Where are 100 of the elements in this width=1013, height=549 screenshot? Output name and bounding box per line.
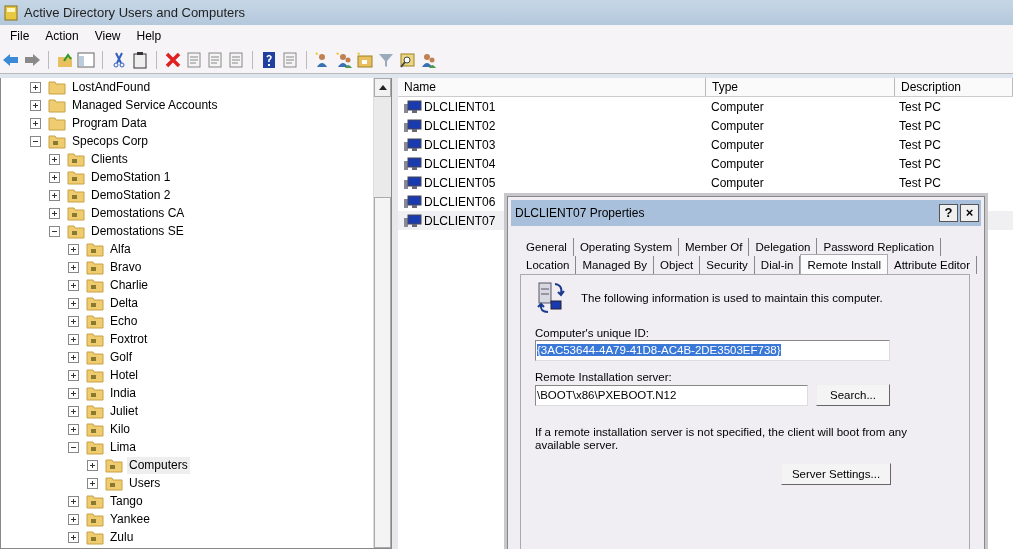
menu-item[interactable]: Action	[37, 29, 87, 43]
table-cell[interactable]: DLCLIENT03	[424, 137, 496, 152]
table-cell[interactable]: DLCLIENT07	[424, 213, 496, 228]
scrollbar[interactable]	[373, 78, 391, 548]
ou-folder-icon	[86, 367, 104, 383]
add-to-group-icon[interactable]	[419, 51, 437, 69]
expand-toggle[interactable]	[68, 495, 79, 507]
expand-toggle[interactable]	[30, 135, 41, 147]
cut-icon[interactable]	[110, 51, 128, 69]
tree-item[interactable]: Program Data	[70, 114, 149, 132]
tab[interactable]: Remote Install	[800, 254, 888, 274]
clipboard-icon[interactable]	[131, 51, 149, 69]
tree-item[interactable]: Clients	[89, 150, 130, 168]
app-icon	[4, 4, 18, 21]
expand-toggle[interactable]	[68, 531, 79, 543]
tree-item[interactable]: Kilo	[108, 420, 132, 438]
forward-arrow-icon[interactable]	[23, 51, 41, 69]
tree-item[interactable]: Alfa	[108, 240, 133, 258]
tree-item[interactable]: LostAndFound	[70, 78, 153, 96]
expand-toggle[interactable]	[68, 243, 79, 255]
expand-toggle[interactable]	[68, 315, 79, 327]
field-label: Remote Installation server:	[535, 371, 672, 383]
ou-folder-icon	[86, 241, 104, 257]
tree-item[interactable]: Echo	[108, 312, 140, 330]
expand-toggle[interactable]	[49, 207, 60, 219]
table-cell[interactable]: DLCLIENT01	[424, 99, 496, 114]
help-button[interactable]: ?	[939, 204, 958, 222]
table-cell[interactable]: DLCLIENT02	[424, 118, 496, 133]
expand-toggle[interactable]	[49, 225, 60, 237]
search-button[interactable]: Search...	[816, 384, 890, 406]
tree-item[interactable]: Demostations CA	[89, 204, 187, 222]
field-label: Computer's unique ID:	[535, 327, 650, 339]
tree-item[interactable]: Specops Corp	[70, 132, 151, 150]
tree-item[interactable]: Users	[127, 474, 163, 492]
expand-toggle[interactable]	[49, 171, 60, 183]
new-group-icon[interactable]	[335, 51, 353, 69]
tree-item[interactable]: Delta	[108, 294, 140, 312]
ou-folder-icon	[86, 259, 104, 275]
tree-item[interactable]: Demostations SE	[89, 222, 186, 240]
tree-item[interactable]: Managed Service Accounts	[70, 96, 220, 114]
menu-item[interactable]: File	[2, 29, 38, 43]
menu-item[interactable]: Help	[128, 29, 170, 43]
help-icon[interactable]	[260, 51, 278, 69]
expand-toggle[interactable]	[68, 279, 79, 291]
column-header[interactable]: Name	[398, 78, 706, 96]
expand-toggle[interactable]	[68, 261, 79, 273]
up-folder-icon[interactable]	[56, 51, 74, 69]
expand-toggle[interactable]	[68, 441, 79, 453]
expand-toggle[interactable]	[68, 297, 79, 309]
note-text: If a remote installation server is not specified, the client will boot from any available server.	[535, 426, 908, 452]
input-field[interactable]: \BOOT\x86\PXEBOOT.N12	[535, 384, 808, 406]
tree-item[interactable]: Yankee	[108, 510, 152, 528]
table-cell[interactable]: DLCLIENT05	[424, 175, 496, 190]
column-header[interactable]: Type	[706, 78, 895, 96]
tree-item[interactable]: DemoStation 1	[89, 168, 173, 186]
table-cell-text: Test PC	[898, 99, 942, 114]
scroll-up-icon[interactable]	[378, 85, 387, 90]
ou-folder-icon	[86, 421, 104, 437]
expand-toggle[interactable]	[68, 351, 79, 363]
tree-item[interactable]: Foxtrot	[108, 330, 150, 348]
menu-item[interactable]: View	[86, 29, 129, 43]
table-cell[interactable]: DLCLIENT04	[424, 156, 496, 171]
tree-item[interactable]: Bravo	[108, 258, 144, 276]
expand-toggle[interactable]	[68, 513, 79, 525]
expand-toggle[interactable]	[87, 477, 98, 489]
ou-folder-icon	[67, 187, 85, 203]
expand-toggle[interactable]	[49, 153, 60, 165]
tree-item[interactable]: Charlie	[108, 276, 150, 294]
tree-item[interactable]: Hotel	[108, 366, 140, 384]
column-header[interactable]: Description	[895, 78, 1013, 96]
folder-icon	[48, 79, 66, 95]
expand-toggle[interactable]	[68, 423, 79, 435]
close-button[interactable]: ×	[960, 204, 979, 222]
tree-item[interactable]: India	[108, 384, 139, 402]
server-settings-button[interactable]: Server Settings...	[781, 463, 891, 485]
expand-toggle[interactable]	[49, 189, 60, 201]
input-field[interactable]: {3AC53644-4A79-41D8-AC4B-2DE3503EF738}	[535, 340, 890, 361]
back-arrow-icon[interactable]	[2, 51, 20, 69]
tree-item[interactable]: Zulu	[108, 528, 136, 546]
tree-item[interactable]: Tango	[108, 492, 145, 510]
tree-item[interactable]: Juliet	[108, 402, 140, 420]
ou-folder-icon	[86, 277, 104, 293]
expand-toggle[interactable]	[30, 81, 41, 93]
tree-item[interactable]: Lima	[108, 438, 138, 456]
delete-icon[interactable]	[164, 51, 182, 69]
tree-item[interactable]: Golf	[108, 348, 134, 366]
expand-toggle[interactable]	[30, 99, 41, 111]
ou-folder-icon	[86, 529, 104, 545]
expand-toggle[interactable]	[68, 369, 79, 381]
tree-item[interactable]: DemoStation 2	[89, 186, 173, 204]
expand-toggle[interactable]	[87, 459, 98, 471]
expand-toggle[interactable]	[68, 387, 79, 399]
table-cell[interactable]: DLCLIENT06	[424, 194, 496, 209]
computer-icon	[404, 137, 422, 152]
expand-toggle[interactable]	[30, 117, 41, 129]
expand-toggle[interactable]	[68, 333, 79, 345]
expand-toggle[interactable]	[68, 405, 79, 417]
find-icon[interactable]	[398, 51, 416, 69]
tree-item[interactable]: Computers	[127, 456, 190, 474]
table-cell-text: Test PC	[898, 118, 942, 133]
